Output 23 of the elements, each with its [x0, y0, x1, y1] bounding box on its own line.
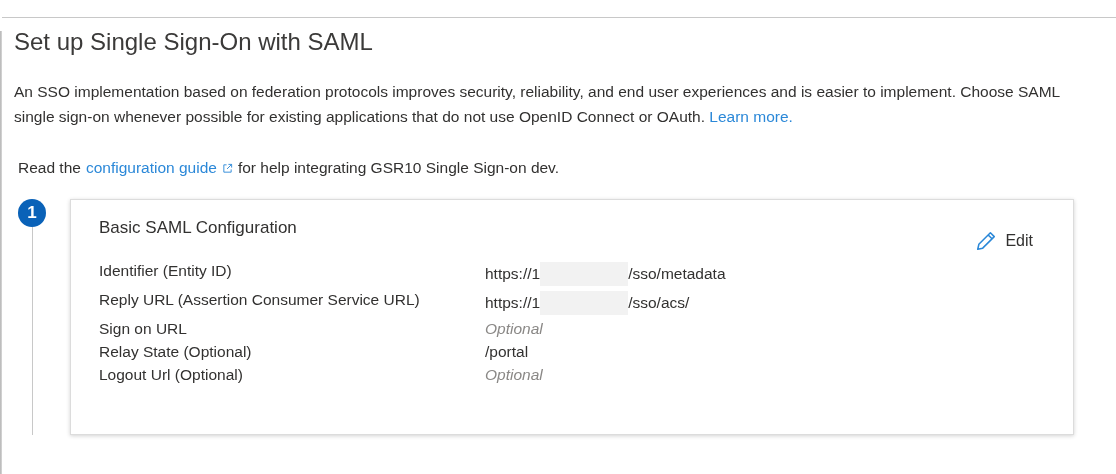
card-title: Basic SAML Configuration	[99, 218, 297, 238]
guide-text: for help integrating GSR10 Single Sign-on dev.	[237, 159, 560, 177]
field-label: Logout Url (Optional)	[99, 366, 244, 384]
field-label: Reply URL (Assertion Consumer Service URL)	[99, 291, 421, 310]
configuration-guide-link[interactable]: configuration guide	[85, 159, 217, 177]
pencil-icon	[975, 230, 998, 252]
placeholder-text: Optional	[485, 320, 543, 338]
field-value: /sso/metadata	[628, 265, 726, 283]
learn-more-link[interactable]: Learn more.	[709, 107, 793, 125]
guide-text: Read the	[18, 159, 81, 177]
placeholder-text: Optional	[485, 366, 543, 384]
intro-paragraph: An SSO implementation based on federation protocols improves security, reliability, and end user experiences and is easier to implement. Choose SAML single sign-on whenever possible for existing applications that do not use OpenID Connect or OAuth. Learn more.	[14, 82, 1061, 127]
external-link-icon	[221, 162, 233, 174]
field-label: Sign on URL	[99, 320, 188, 338]
field-label: Relay State (Optional)	[99, 343, 253, 361]
step-number: 1	[18, 199, 46, 227]
field-value: https://1	[485, 294, 541, 312]
field-label: Identifier (Entity ID)	[99, 262, 233, 281]
field-value: /sso/acs/	[628, 294, 690, 312]
field-value: /portal	[485, 343, 529, 361]
field-value: https://1	[485, 265, 541, 283]
page-title: Set up Single Sign-On with SAML	[14, 28, 374, 56]
edit-button[interactable]: Edit	[975, 230, 1033, 252]
